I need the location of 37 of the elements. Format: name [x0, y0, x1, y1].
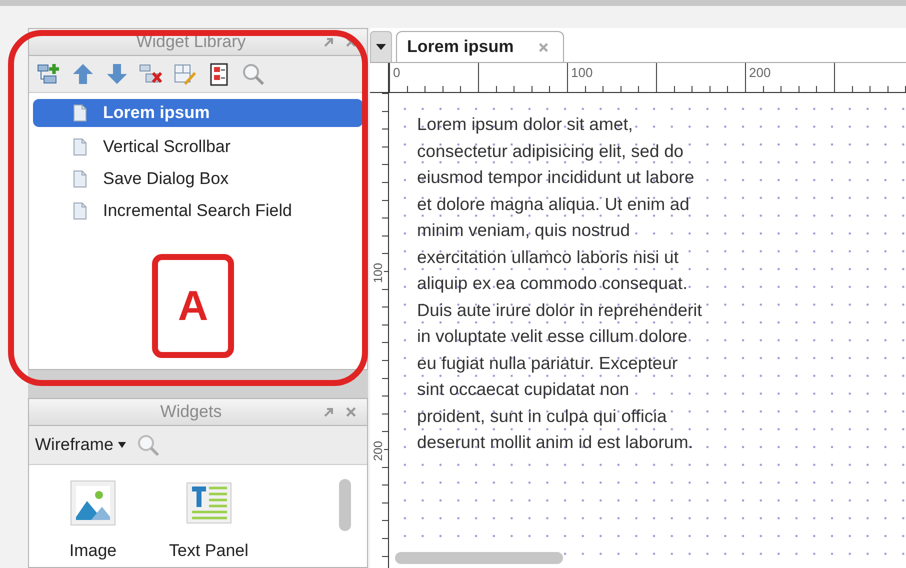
undock-icon[interactable]: [323, 406, 335, 418]
document-icon: [73, 138, 87, 156]
document-icon: [73, 104, 87, 122]
scrollbar[interactable]: [339, 479, 351, 531]
add-icon[interactable]: [37, 62, 61, 86]
document-icon: [73, 202, 87, 220]
image-icon[interactable]: [69, 479, 117, 527]
library-item[interactable]: Incremental Search Field: [33, 195, 363, 227]
library-dropdown[interactable]: Wireframe: [35, 435, 126, 455]
down-arrow-icon[interactable]: [105, 62, 129, 86]
document-icon: [73, 170, 87, 188]
up-arrow-icon[interactable]: [71, 62, 95, 86]
library-item[interactable]: Vertical Scrollbar: [33, 131, 363, 163]
delete-icon[interactable]: [139, 62, 163, 86]
text-paragraph: Lorem ipsum dolor sit amet, consectetur adipisicing elit, sed do eiusmod tempor incididunt ut labore et dolore magna aliqua. Ut enim ad minim veniam, quis nostrud exercitation ullamco laboris nisi ut aliquip ex ea commodo consequat. Duis aute irure dolor in reprehenderit in voluptate velit esse cillum dolore eu fugiat nulla pariatur. Excepteur sint occaecat cupidatat non proident, sunt in culpa qui officia deserunt mollit anim id est laborum.: [417, 113, 704, 454]
search-icon[interactable]: [136, 433, 160, 457]
ruler-label: 200: [749, 65, 771, 80]
caret-icon: [118, 442, 126, 448]
dropdown-icon[interactable]: [370, 31, 392, 62]
undock-icon[interactable]: [323, 36, 335, 48]
edit-icon[interactable]: [173, 62, 197, 86]
panel-title: Widgets: [159, 402, 223, 422]
close-icon[interactable]: [538, 42, 549, 52]
widget-label: Text Panel: [169, 541, 248, 561]
ruler-label: 100: [372, 262, 384, 283]
library-item[interactable]: Save Dialog Box: [33, 163, 363, 195]
library-item[interactable]: Lorem ipsum: [33, 99, 363, 127]
search-icon[interactable]: [241, 62, 265, 86]
ruler-label: 200: [372, 440, 384, 461]
scrollbar[interactable]: [395, 552, 563, 564]
ruler-label: 0: [393, 65, 400, 80]
ruler-label: 100: [571, 65, 593, 80]
widget-label: Image: [69, 541, 117, 561]
document-tab[interactable]: Lorem ipsum: [396, 31, 564, 62]
callout-label: A: [152, 254, 234, 358]
close-icon[interactable]: [345, 406, 357, 418]
panel-title: Widget Library: [135, 32, 247, 52]
